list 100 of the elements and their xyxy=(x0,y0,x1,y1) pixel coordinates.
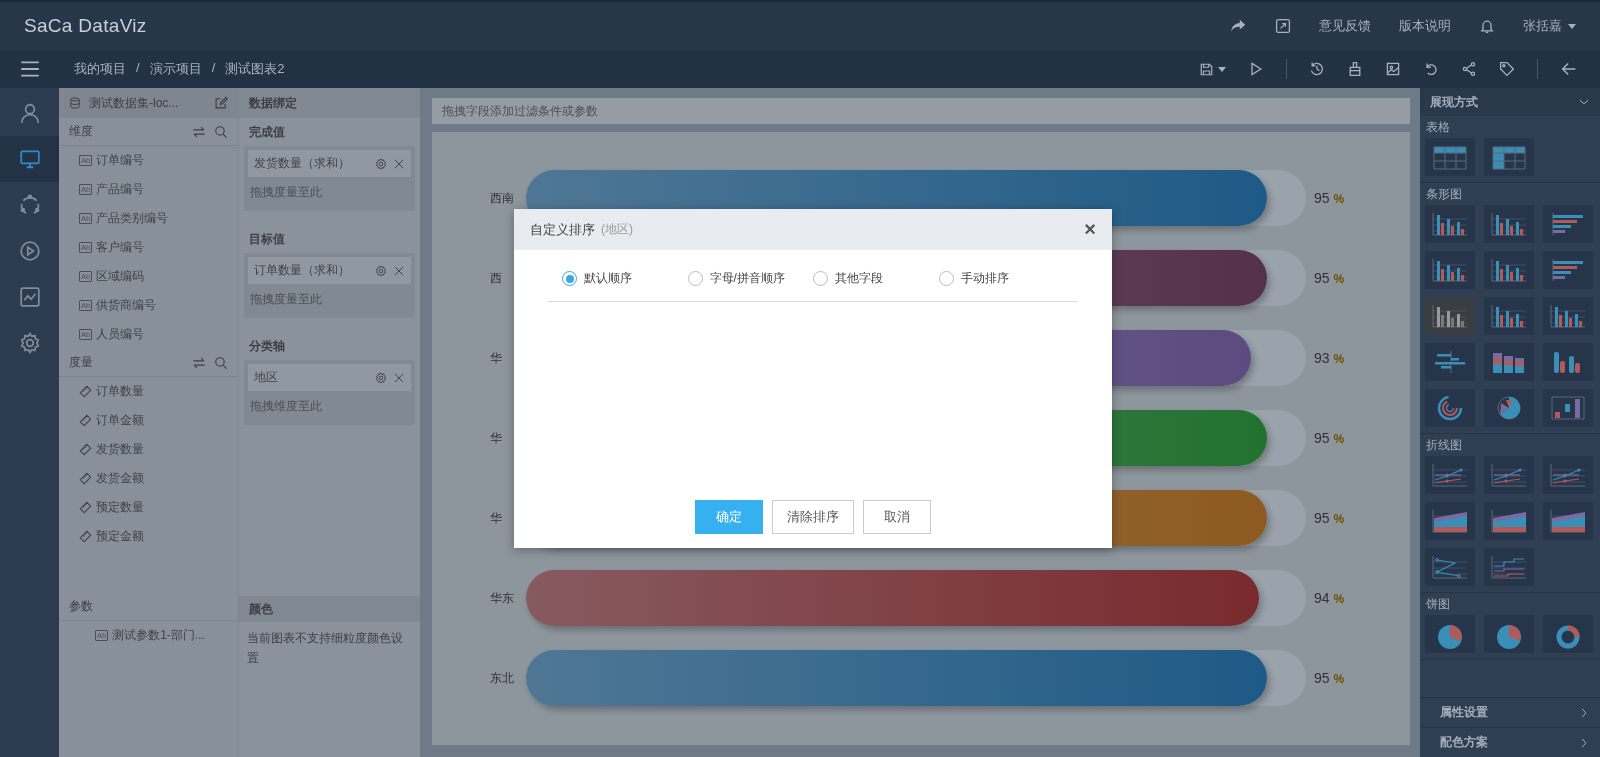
settings-icon xyxy=(18,332,41,354)
slot-title: 完成值 xyxy=(249,123,285,141)
floppy-disk-icon xyxy=(1199,61,1214,77)
category-label: 西 xyxy=(490,269,503,287)
chart-type-tile[interactable] xyxy=(1484,502,1534,540)
measure-field[interactable]: 订单数量 xyxy=(59,377,238,406)
dialog-button[interactable]: 清除排序 xyxy=(772,500,854,534)
chart-type-tile[interactable] xyxy=(1425,456,1475,494)
category-label: 东北 xyxy=(490,669,515,687)
play-icon xyxy=(1248,61,1264,77)
radio-button[interactable] xyxy=(938,271,954,286)
chart-type-tile[interactable] xyxy=(1425,389,1475,427)
chart-type-tile[interactable] xyxy=(1543,251,1593,289)
save-button[interactable] xyxy=(1199,61,1226,77)
category-label: 华 xyxy=(490,509,503,527)
category-label: 西南 xyxy=(490,189,515,207)
chart-type-tile[interactable] xyxy=(1484,389,1534,427)
chart-type-tile[interactable] xyxy=(1484,251,1534,289)
radio-button[interactable] xyxy=(813,271,828,286)
chart-type-tile[interactable] xyxy=(1484,548,1534,586)
preview-button[interactable] xyxy=(1248,61,1264,77)
breadcrumb-link[interactable]: 测试图表2 xyxy=(225,60,285,78)
caret-icon xyxy=(1568,23,1576,29)
ruler-icon xyxy=(79,385,92,398)
chart-type-tile[interactable] xyxy=(1484,297,1534,335)
header-link[interactable]: 版本说明 xyxy=(1399,17,1451,35)
caret-icon xyxy=(1218,66,1226,72)
radio-option[interactable]: 其他字段 xyxy=(813,270,939,287)
radio-option[interactable]: 字母/拼音顺序 xyxy=(687,270,813,287)
category-label: 华 xyxy=(490,349,503,367)
search-icon xyxy=(214,355,228,370)
measure-field[interactable]: 订单金额 xyxy=(59,406,238,435)
brush-button[interactable] xyxy=(1347,61,1363,77)
category-label: 华 xyxy=(490,429,503,447)
radio-option[interactable]: 默认顺序 xyxy=(562,270,688,287)
close-icon xyxy=(393,264,405,277)
chart-type-tile[interactable] xyxy=(1484,456,1534,494)
chart-type-tile[interactable] xyxy=(1543,502,1593,540)
chart-type-tile[interactable] xyxy=(1425,548,1475,586)
chart-type-tile[interactable] xyxy=(1484,205,1534,243)
chart-type-tile[interactable] xyxy=(1543,456,1593,494)
chart-type-tile[interactable] xyxy=(1425,138,1475,176)
chart-type-tile[interactable] xyxy=(1425,502,1475,540)
user-menu[interactable]: 张括嘉 xyxy=(1523,17,1576,35)
ruler-icon xyxy=(79,530,92,543)
fullscreen-button[interactable] xyxy=(1275,18,1291,34)
chart-type-tile[interactable] xyxy=(1543,615,1593,653)
measure-field[interactable]: 预定金额 xyxy=(59,522,238,551)
group-title: 条形图 xyxy=(1426,185,1462,203)
field-chip[interactable]: 订单数量（求和） xyxy=(248,257,411,284)
close-button[interactable]: × xyxy=(1084,218,1096,241)
back-button[interactable] xyxy=(1560,60,1578,78)
radio-option[interactable]: 手动排序 xyxy=(938,270,1064,287)
chart-type-tile[interactable] xyxy=(1543,343,1593,381)
measure-field[interactable]: 预定数量 xyxy=(59,493,238,522)
radio-button[interactable] xyxy=(562,271,577,286)
chart-type-tile[interactable] xyxy=(1425,205,1475,243)
edit-button[interactable] xyxy=(214,96,228,110)
monitor-icon xyxy=(18,148,41,170)
field-chip[interactable]: 发货数量（求和） xyxy=(248,150,411,177)
share-button[interactable] xyxy=(1461,61,1477,77)
chart-type-tile[interactable] xyxy=(1484,343,1534,381)
chart-type-tile[interactable] xyxy=(1543,297,1593,335)
section-title: 颜色 xyxy=(249,600,273,618)
chart-type-tile[interactable] xyxy=(1425,615,1475,653)
swap-icon xyxy=(192,124,206,139)
edit-icon xyxy=(214,96,228,110)
dialog-button[interactable]: 确定 xyxy=(695,500,763,534)
dialog-button[interactable]: 取消 xyxy=(863,500,931,534)
chart-type-tile[interactable] xyxy=(1425,343,1475,381)
dialog-title: 自定义排序 xyxy=(530,220,595,239)
tag-icon xyxy=(1499,61,1515,77)
share-icon xyxy=(1461,61,1477,77)
chart-type-tile[interactable] xyxy=(1425,251,1475,289)
radio-button[interactable] xyxy=(687,271,703,286)
history-button[interactable] xyxy=(1309,61,1325,77)
breadcrumb-link[interactable]: 演示项目 xyxy=(149,60,202,78)
database-icon xyxy=(69,97,81,109)
tag-button[interactable] xyxy=(1499,61,1515,77)
percent-value: 95 % xyxy=(1314,510,1345,526)
chart-type-tile[interactable] xyxy=(1543,389,1593,427)
breadcrumb-separator: / xyxy=(136,60,140,77)
image-button[interactable] xyxy=(1385,61,1401,77)
chart-type-tile[interactable] xyxy=(1425,297,1475,335)
measure-field[interactable]: 发货数量 xyxy=(59,435,238,464)
percent-value: 95 % xyxy=(1314,190,1345,206)
circle-dots-icon xyxy=(18,194,41,216)
undo-button[interactable] xyxy=(1423,61,1439,77)
field-chip[interactable]: 地区 xyxy=(248,364,411,391)
breadcrumb-link[interactable]: 我的项目 xyxy=(74,60,126,78)
chart-type-tile[interactable] xyxy=(1543,205,1593,243)
expand-icon xyxy=(1275,18,1291,34)
nav-button[interactable] xyxy=(0,136,59,182)
header-link[interactable]: 意见反馈 xyxy=(1319,17,1371,35)
chart-type-tile[interactable] xyxy=(1484,138,1534,176)
chart-type-tile[interactable] xyxy=(1484,615,1534,653)
measure-field[interactable]: 发货金额 xyxy=(59,464,238,493)
percent-value: 93 % xyxy=(1314,350,1345,366)
filter-drop-bar[interactable]: 拖拽字段添加过滤条件或参数 xyxy=(432,98,1410,124)
notification-button[interactable] xyxy=(1479,18,1495,34)
